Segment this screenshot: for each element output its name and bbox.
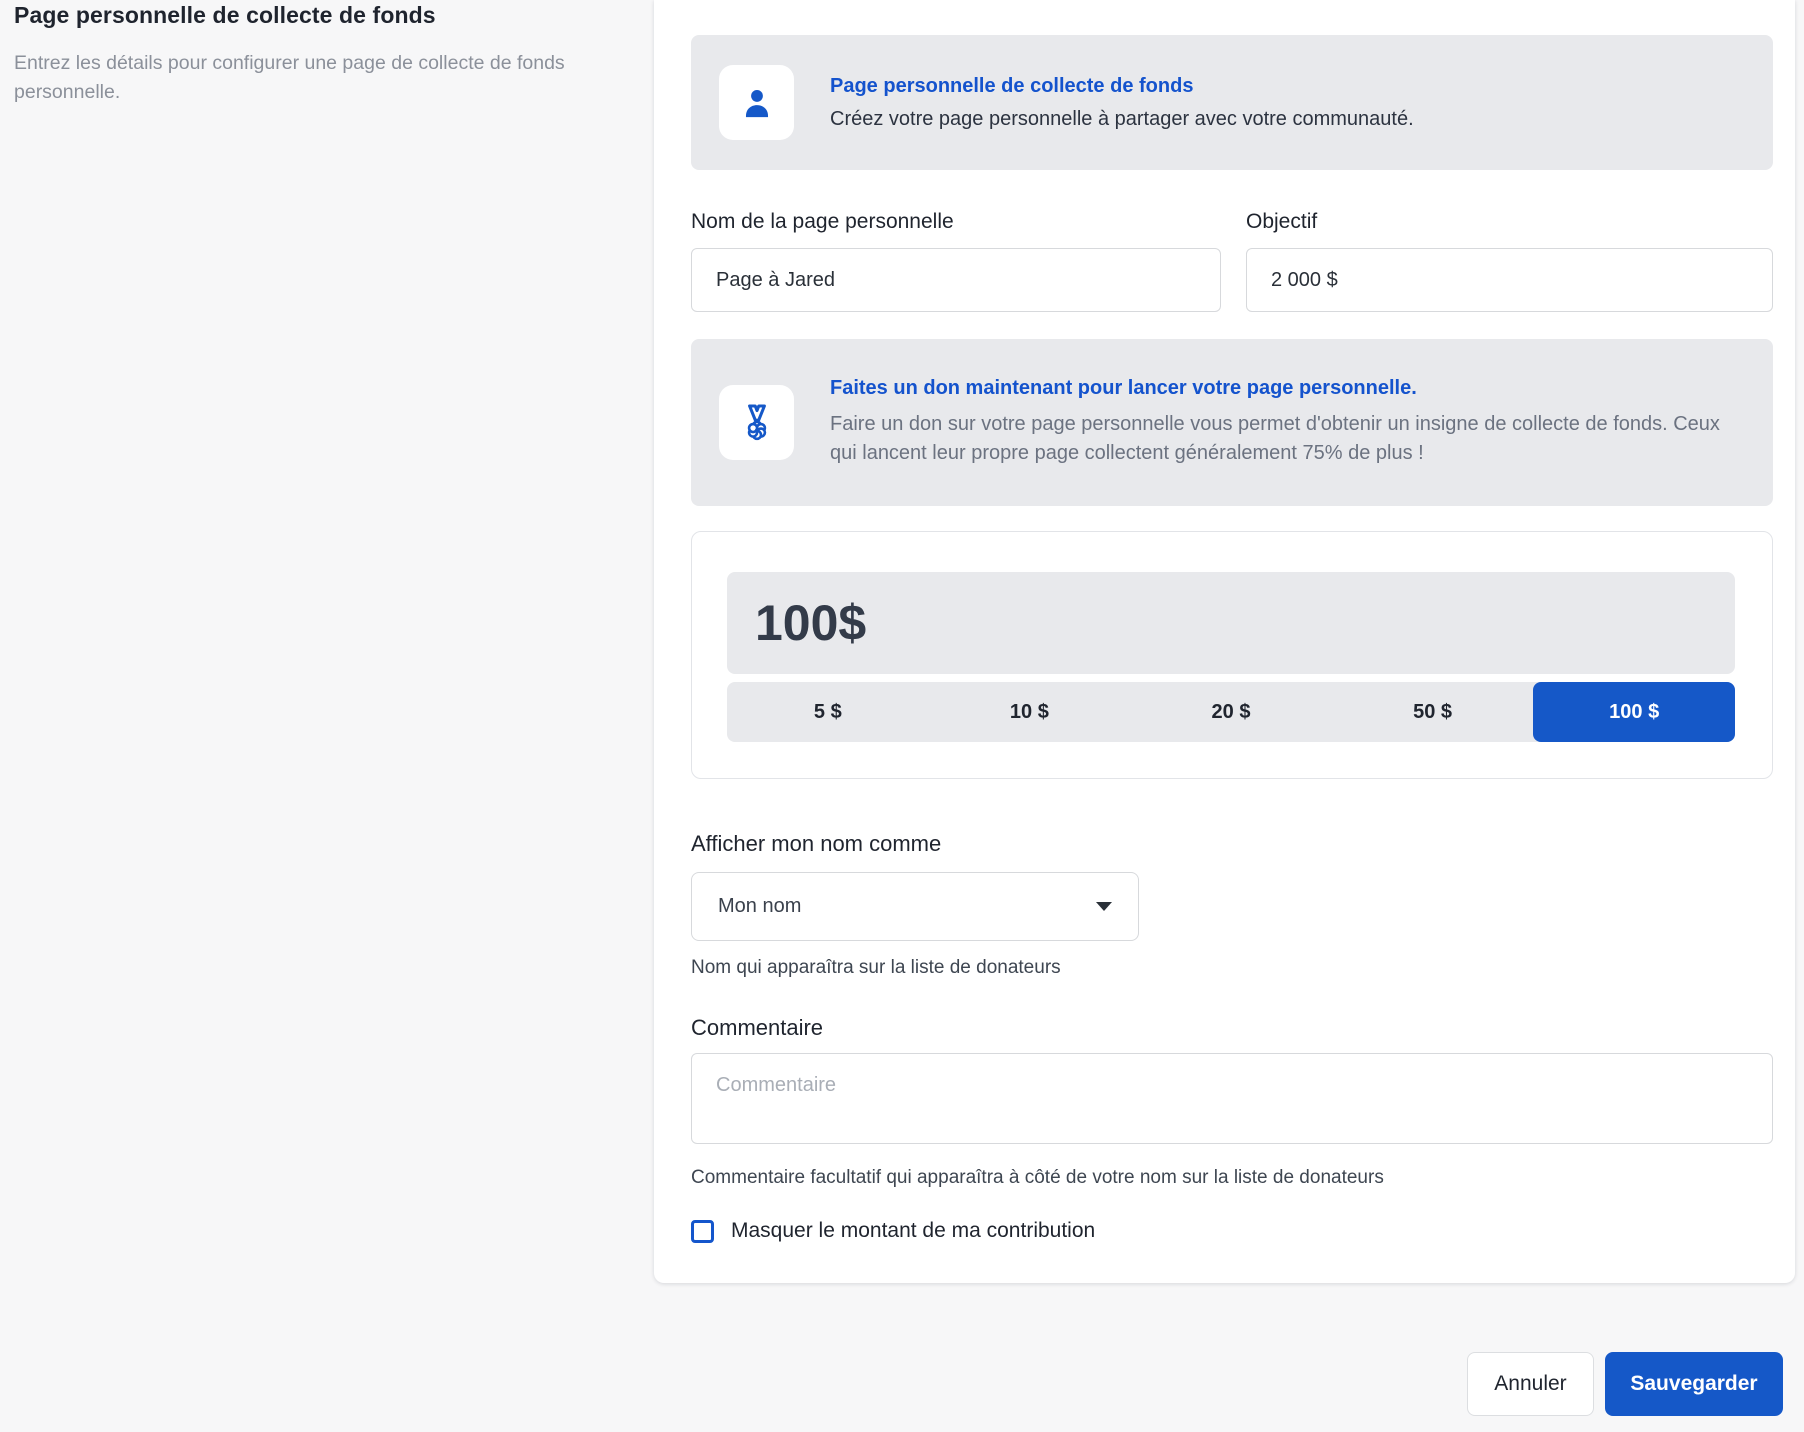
donation-banner-title: Faites un don maintenant pour lancer vot…: [830, 377, 1745, 400]
donation-banner-text: Faites un don maintenant pour lancer vot…: [830, 377, 1745, 468]
chevron-down-icon: [1096, 902, 1112, 911]
comment-label: Commentaire: [691, 1015, 1773, 1041]
fields-row: Nom de la page personnelle Objectif: [691, 210, 1773, 312]
display-name-value: Mon nom: [718, 895, 801, 918]
amount-option-5$[interactable]: 5 $: [727, 682, 929, 742]
hide-amount-checkbox[interactable]: [691, 1220, 714, 1243]
save-button[interactable]: Sauvegarder: [1605, 1352, 1783, 1416]
selected-amount-display: 100$: [727, 572, 1735, 674]
page-name-field: Nom de la page personnelle: [691, 210, 1221, 312]
display-name-select[interactable]: Mon nom: [691, 872, 1139, 941]
form-footer: Annuler Sauvegarder: [1467, 1352, 1783, 1416]
donation-amount-card: 100$ 5 $10 $20 $50 $100 $: [691, 531, 1773, 779]
comment-helper: Commentaire facultatif qui apparaîtra à …: [691, 1167, 1773, 1189]
medal-icon-tile: [719, 385, 794, 460]
goal-field: Objectif: [1246, 210, 1773, 312]
fundraising-form-panel: Page personnelle de collecte de fonds Cr…: [654, 0, 1795, 1283]
amount-option-10$[interactable]: 10 $: [929, 682, 1131, 742]
page-name-label: Nom de la page personnelle: [691, 210, 1221, 234]
goal-input[interactable]: [1246, 248, 1773, 312]
donation-banner: Faites un don maintenant pour lancer vot…: [691, 339, 1773, 506]
comment-input[interactable]: [691, 1053, 1773, 1144]
medal-icon: [735, 401, 779, 445]
page-name-input[interactable]: [691, 248, 1221, 312]
display-name-helper: Nom qui apparaîtra sur la liste de donat…: [691, 957, 1773, 979]
cancel-button[interactable]: Annuler: [1467, 1352, 1594, 1416]
settings-sidebar: Page personnelle de collecte de fonds En…: [0, 0, 654, 1432]
info-banner-text: Page personnelle de collecte de fonds Cr…: [830, 75, 1414, 131]
amount-option-20$[interactable]: 20 $: [1130, 682, 1332, 742]
hide-amount-row: Masquer le montant de ma contribution: [691, 1219, 1773, 1243]
person-icon-tile: [719, 65, 794, 140]
amount-options: 5 $10 $20 $50 $100 $: [727, 682, 1735, 742]
info-banner-title: Page personnelle de collecte de fonds: [830, 75, 1414, 98]
donation-banner-description: Faire un don sur votre page personnelle …: [830, 410, 1745, 468]
display-name-label: Afficher mon nom comme: [691, 831, 1773, 857]
amount-option-100$[interactable]: 100 $: [1533, 682, 1735, 742]
info-banner: Page personnelle de collecte de fonds Cr…: [691, 35, 1773, 170]
goal-label: Objectif: [1246, 210, 1773, 234]
person-icon: [736, 82, 778, 124]
hide-amount-label: Masquer le montant de ma contribution: [731, 1219, 1095, 1243]
page-description: Entrez les détails pour configurer une p…: [14, 49, 614, 108]
page-title: Page personnelle de collecte de fonds: [14, 2, 614, 29]
amount-option-50$[interactable]: 50 $: [1332, 682, 1534, 742]
info-banner-description: Créez votre page personnelle à partager …: [830, 108, 1414, 131]
